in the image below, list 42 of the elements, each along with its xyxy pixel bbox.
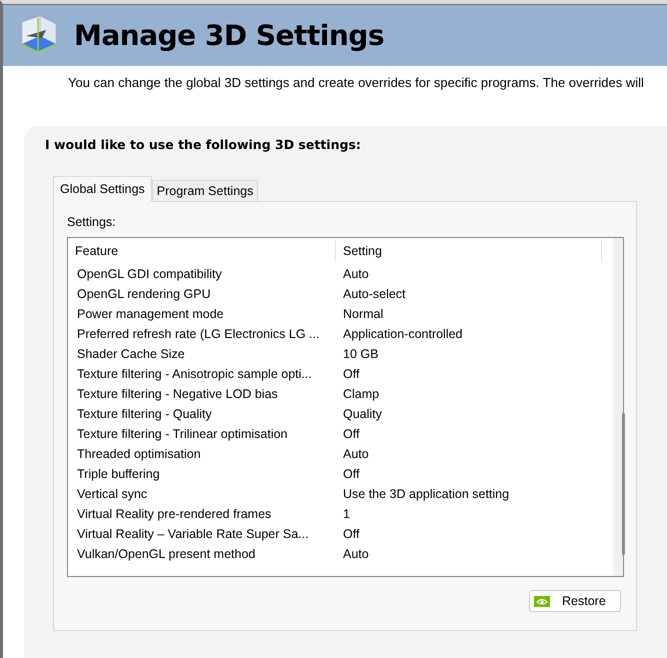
feature-cell-text: Virtual Reality pre-rendered frames — [77, 507, 272, 521]
feature-cell-text: Preferred refresh rate (LG Electronics LG ... — [77, 327, 320, 341]
feature-cell-text: Texture filtering - Trilinear optimisation — [77, 427, 288, 441]
column-header[interactable]: Feature — [68, 240, 336, 262]
tab[interactable]: Global Settings — [53, 176, 152, 202]
setting-cell-text: Auto — [343, 547, 370, 561]
section-heading: I would like to use the following 3D settings: — [45, 137, 362, 152]
feature-cell-text: Texture filtering - Quality — [77, 407, 213, 421]
description-text: You can change the global 3D settings and create overrides for specific programs. The overrides will — [67, 74, 645, 92]
feature-cell-text: Vulkan/OpenGL present method — [77, 547, 256, 561]
setting-cell-text: Use the 3D application setting — [343, 487, 510, 501]
scrollbar-thumb[interactable] — [622, 413, 625, 555]
feature-cell-text: Triple buffering — [77, 467, 161, 481]
feature-cell-text: OpenGL GDI compatibility — [77, 267, 223, 281]
setting-cell-text: Off — [343, 527, 360, 541]
setting-cell-text: Clamp — [343, 387, 380, 401]
eye-logo-icon — [534, 596, 550, 606]
page-title: Manage 3D Settings — [74, 19, 384, 52]
feature-cell-text: OpenGL rendering GPU — [77, 287, 212, 301]
feature-cell-text: Power management mode — [77, 307, 225, 321]
setting-cell-text: 10 GB — [343, 347, 380, 361]
feature-cell-text: Texture filtering - Negative LOD bias — [77, 387, 279, 401]
setting-cell-text: Off — [343, 367, 360, 381]
settings-label: Settings: — [67, 215, 117, 229]
setting-cell-text: Off — [343, 427, 360, 441]
feature-cell-text: Threaded optimisation — [77, 447, 202, 461]
setting-cell-text: Normal — [343, 307, 384, 321]
restore-button[interactable]: Restore — [529, 590, 621, 612]
setting-cell-text: Quality — [343, 407, 383, 421]
setting-cell-text: Auto — [343, 447, 370, 461]
feature-cell-text: Vertical sync — [77, 487, 148, 501]
feature-cell-text: Shader Cache Size — [77, 347, 186, 361]
column-header[interactable]: Setting — [336, 240, 602, 262]
setting-cell-text: 1 — [343, 507, 351, 521]
feature-cell-text: Texture filtering - Anisotropic sample opti... — [77, 367, 313, 381]
setting-cell-text: Auto-select — [343, 287, 407, 301]
setting-cell-text: Application-controlled — [343, 327, 464, 341]
setting-cell-text: Off — [343, 467, 360, 481]
setting-cell-text: Auto — [343, 267, 370, 281]
tab[interactable]: Program Settings — [152, 180, 258, 202]
scrollbar[interactable] — [613, 238, 623, 576]
feature-cell-text: Virtual Reality – Variable Rate Super Sa... — [77, 527, 310, 541]
